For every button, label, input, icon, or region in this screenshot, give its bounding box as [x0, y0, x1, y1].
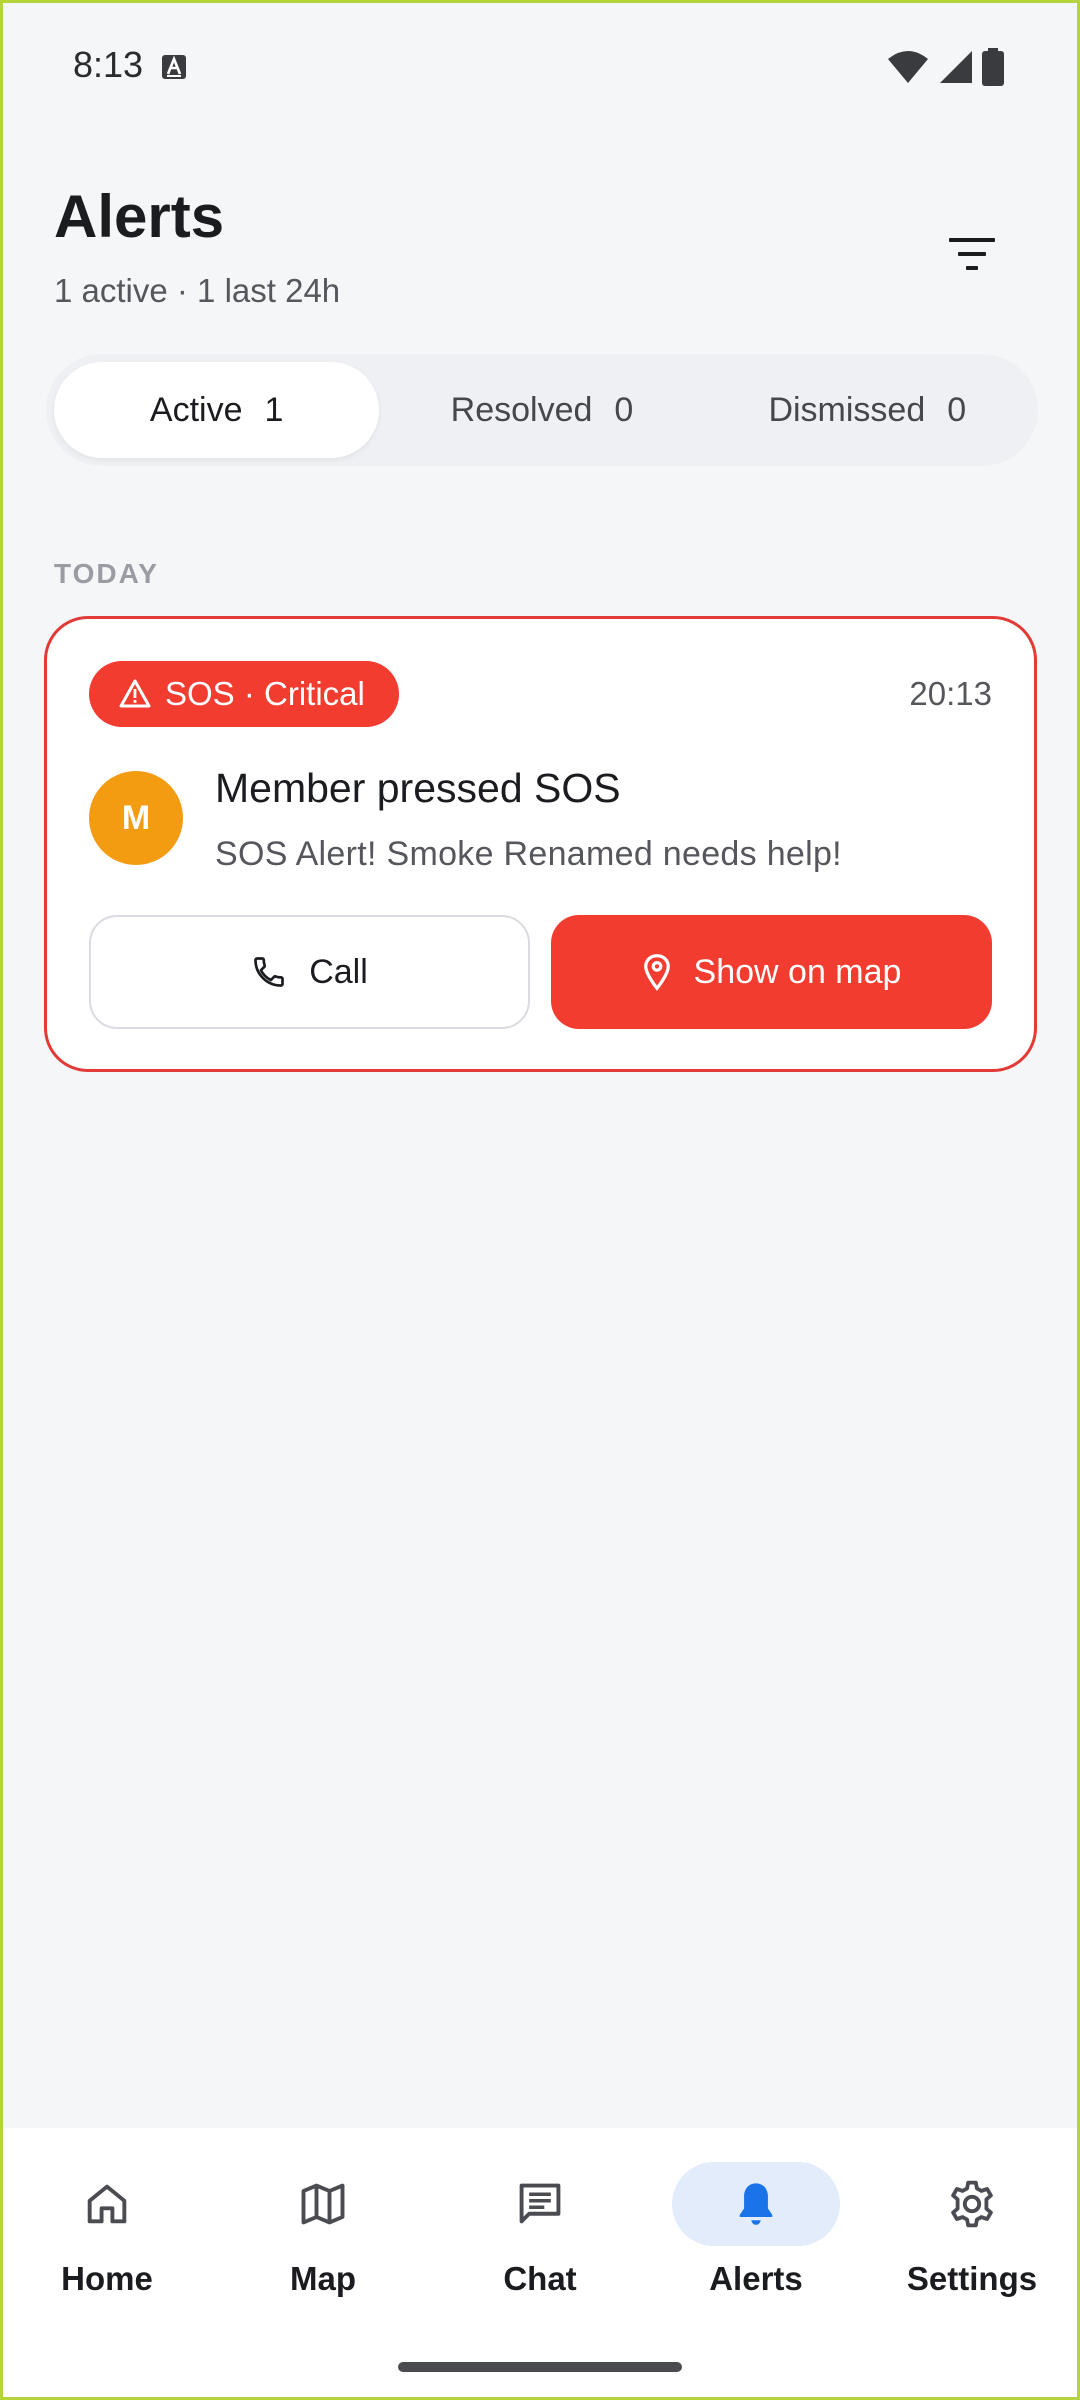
alert-time: 20:13 — [909, 675, 992, 712]
page-title: Alerts — [54, 183, 225, 250]
status-bar: 8:13 — [0, 0, 1080, 130]
nav-item-alerts[interactable]: Alerts — [666, 2162, 846, 2312]
nav-item-map[interactable]: Map — [233, 2162, 413, 2312]
tab-label: Active — [149, 390, 243, 429]
nav-icon-container — [456, 2162, 624, 2246]
bottom-navigation: Home Map Chat Alerts Settings — [0, 2128, 1080, 2400]
tab-resolved[interactable]: Resolved 0 — [379, 362, 704, 458]
alert-status-tabs: Active 1 Resolved 0 Dismissed 0 — [46, 354, 1038, 466]
chat-icon — [519, 2183, 561, 2224]
page-subtitle: 1 active · 1 last 24h — [54, 272, 341, 309]
nav-icon-container — [239, 2162, 407, 2246]
nav-icon-container — [888, 2162, 1056, 2246]
severity-badge-label: SOS · Critical — [165, 675, 365, 712]
signal-icon — [940, 51, 972, 83]
nav-label-chat: Chat — [503, 2260, 577, 2297]
show-on-map-button[interactable]: Show on map — [551, 915, 992, 1029]
bell-icon — [739, 2183, 773, 2225]
home-icon — [87, 2184, 127, 2224]
phone-icon — [254, 957, 285, 987]
battery-icon — [982, 48, 1004, 86]
alert-title: Member pressed SOS — [215, 765, 621, 811]
tab-active[interactable]: Active 1 — [54, 362, 380, 458]
nav-item-settings[interactable]: Settings — [882, 2162, 1062, 2312]
alert-message: SOS Alert! Smoke Renamed needs help! — [215, 835, 842, 873]
nav-label-settings: Settings — [906, 2260, 1038, 2297]
nav-label-alerts: Alerts — [709, 2260, 803, 2297]
nav-item-chat[interactable]: Chat — [450, 2162, 630, 2312]
nav-item-home[interactable]: Home — [17, 2162, 197, 2312]
tab-count: 0 — [614, 390, 634, 429]
tab-label: Resolved — [450, 390, 593, 429]
gear-icon — [951, 2180, 993, 2228]
home-indicator[interactable] — [398, 2362, 682, 2372]
location-pin-icon — [643, 954, 670, 991]
warning-triangle-icon — [119, 679, 151, 708]
nav-icon-container — [672, 2162, 840, 2246]
call-button[interactable]: Call — [89, 915, 530, 1029]
nav-icon-container — [23, 2162, 191, 2246]
show-on-map-label: Show on map — [693, 952, 902, 991]
status-time: 8:13 — [73, 44, 144, 85]
tab-label: Dismissed — [768, 390, 926, 429]
nav-label-map: Map — [290, 2260, 356, 2297]
severity-badge: SOS · Critical — [89, 661, 399, 727]
status-icons — [886, 48, 1004, 86]
tab-dismissed[interactable]: Dismissed 0 — [705, 362, 1030, 458]
call-button-label: Call — [309, 952, 368, 991]
tab-count: 0 — [947, 390, 967, 429]
filter-icon — [949, 238, 995, 270]
map-icon — [301, 2183, 345, 2225]
wifi-icon — [888, 51, 928, 83]
section-label-today: TODAY — [54, 558, 159, 589]
alert-card[interactable]: SOS · Critical 20:13 M Member pressed SO… — [44, 616, 1037, 1072]
tab-count: 1 — [264, 390, 284, 429]
nav-label-home: Home — [61, 2260, 153, 2297]
avatar: M — [89, 771, 183, 865]
filter-button[interactable] — [926, 208, 1018, 300]
a-badge-icon — [162, 55, 186, 79]
